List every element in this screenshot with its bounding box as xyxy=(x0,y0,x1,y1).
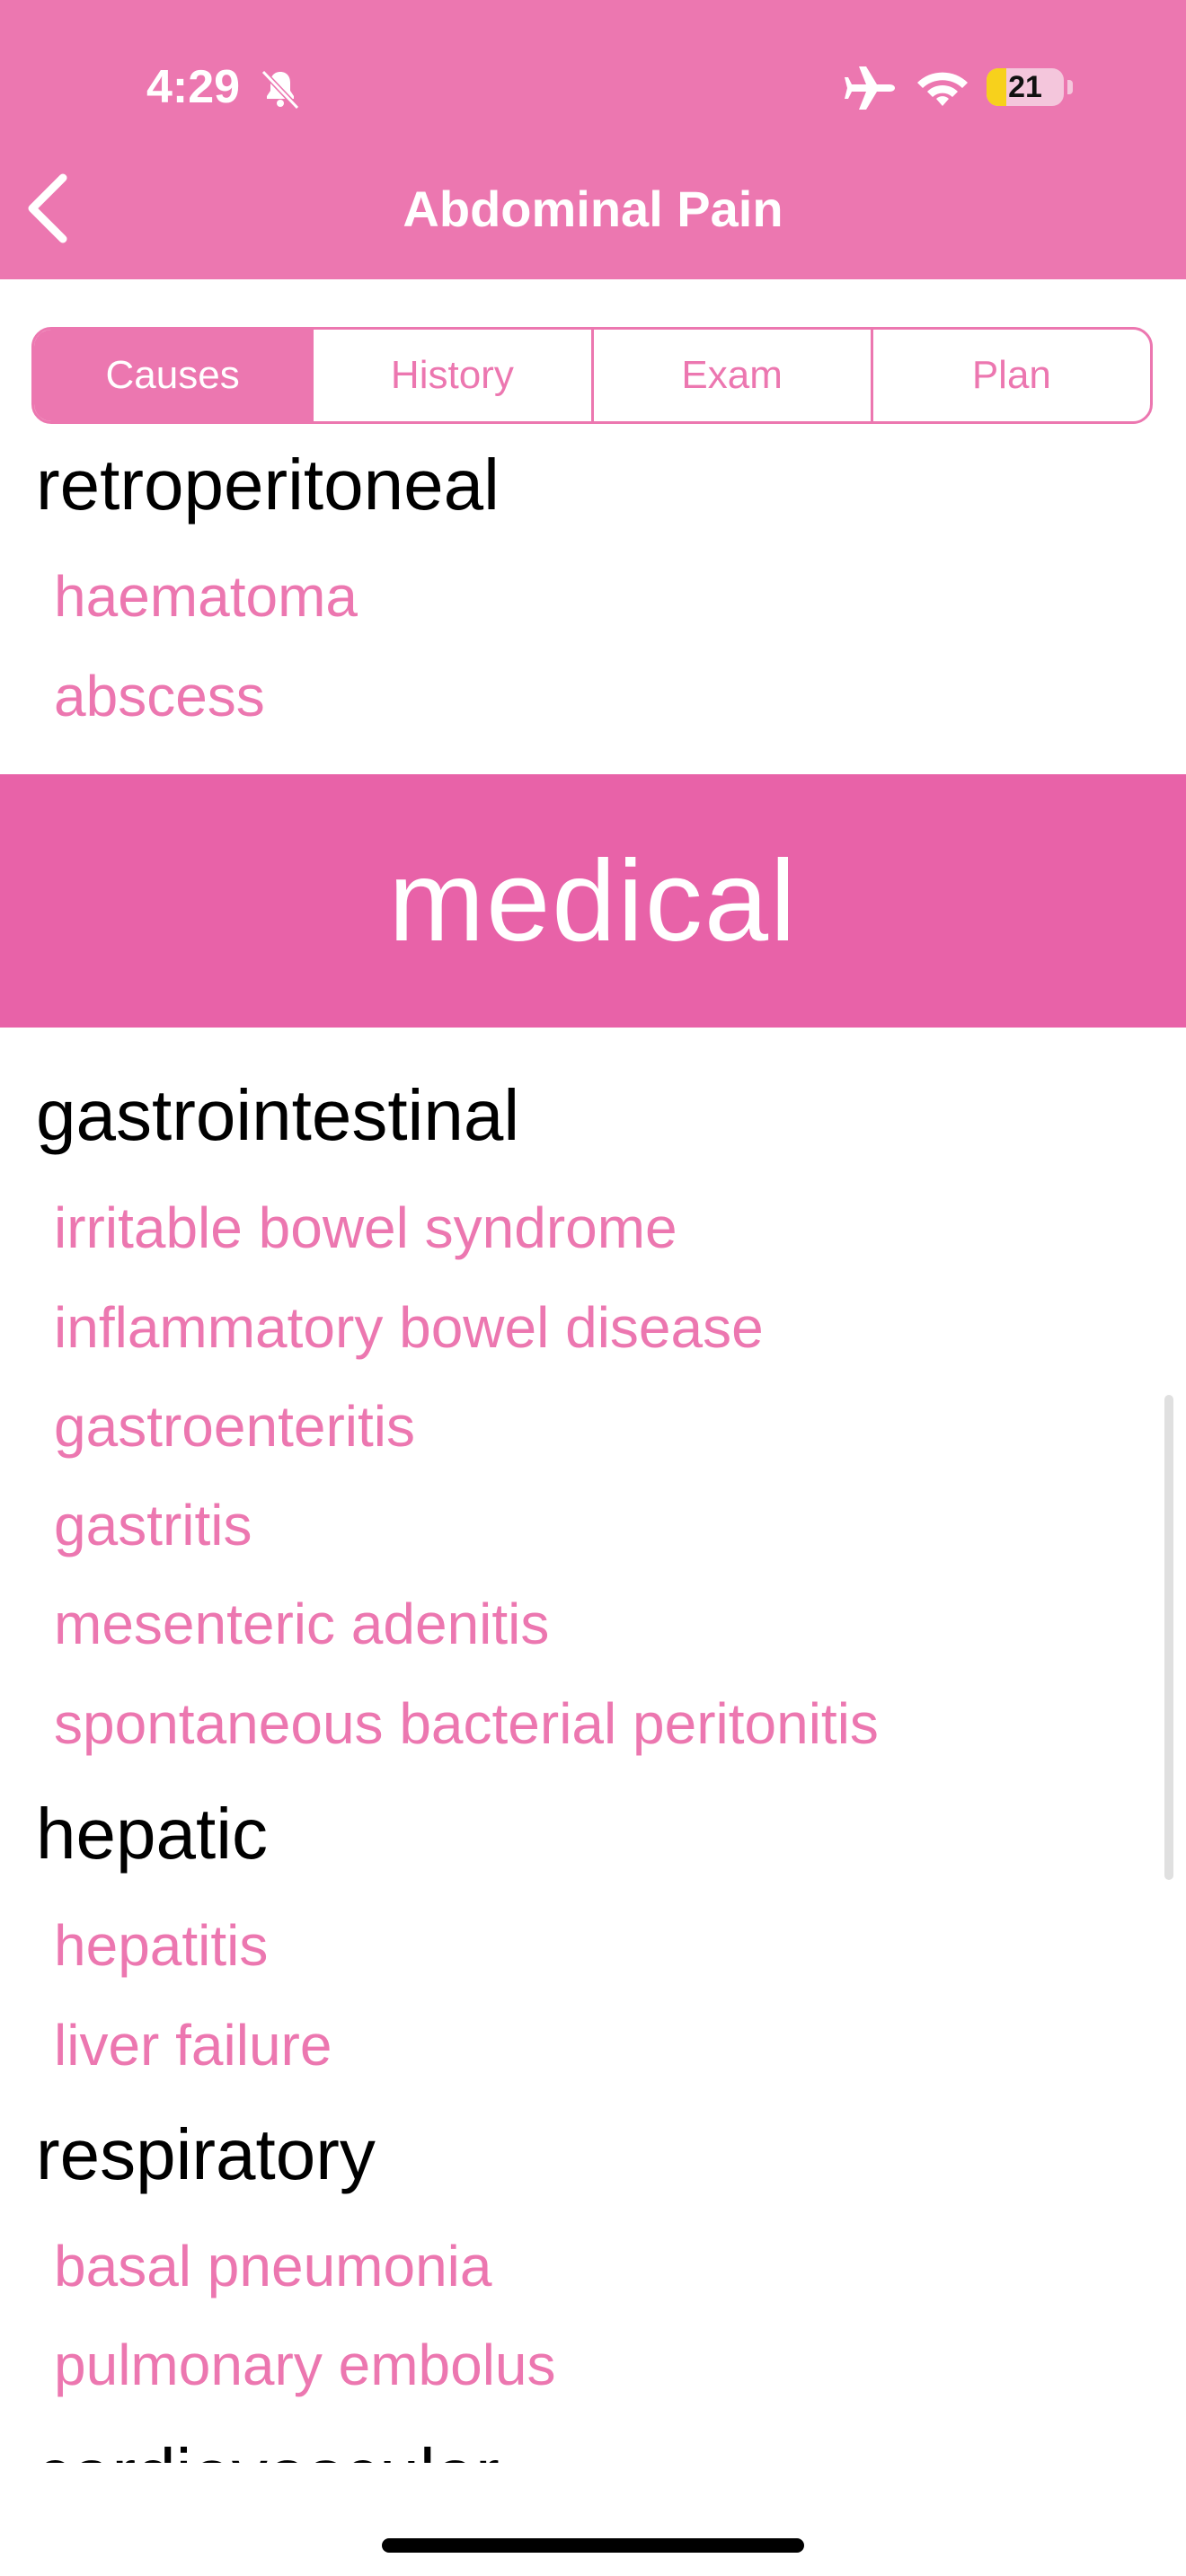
category-band-label: medical xyxy=(388,836,798,966)
tab-causes[interactable]: Causes xyxy=(34,330,314,421)
list-item[interactable]: basal pneumonia xyxy=(54,2230,491,2302)
list-item[interactable]: inflammatory bowel disease xyxy=(54,1292,764,1363)
section-heading-cardiovascular: cardiovascular xyxy=(36,2430,500,2463)
airplane-icon xyxy=(845,66,895,110)
list-item[interactable]: irritable bowel syndrome xyxy=(54,1192,677,1264)
tab-plan[interactable]: Plan xyxy=(873,330,1150,421)
battery-icon: 21 xyxy=(987,68,1064,106)
bell-muted-icon xyxy=(261,69,300,110)
page-title: Abdominal Pain xyxy=(403,181,783,237)
causes-list: retroperitoneal haematoma abscess medica… xyxy=(0,424,1186,2463)
list-item[interactable]: pulmonary embolus xyxy=(54,2329,556,2401)
list-item[interactable]: abscess xyxy=(54,660,265,732)
list-item[interactable]: gastroenteritis xyxy=(54,1390,415,1462)
home-indicator[interactable] xyxy=(382,2538,804,2553)
list-item[interactable]: hepatitis xyxy=(54,1910,268,1981)
status-time: 4:29 xyxy=(146,61,241,113)
section-heading-respiratory: respiratory xyxy=(36,2114,376,2194)
category-band-medical: medical xyxy=(0,774,1186,1028)
tab-history[interactable]: History xyxy=(314,330,594,421)
list-item[interactable]: haematoma xyxy=(54,560,358,632)
list-item[interactable]: liver failure xyxy=(54,2009,332,2081)
tab-exam[interactable]: Exam xyxy=(594,330,873,421)
section-heading-hepatic: hepatic xyxy=(36,1794,268,1874)
nav-header: 4:29 21 Abdominal Pain xyxy=(0,0,1186,279)
segmented-tabs: Causes History Exam Plan xyxy=(31,327,1153,424)
section-heading-gastrointestinal: gastrointestinal xyxy=(36,1075,520,1155)
list-item[interactable]: spontaneous bacterial peritonitis xyxy=(54,1688,879,1760)
list-item[interactable]: mesenteric adenitis xyxy=(54,1588,549,1660)
scrollbar[interactable] xyxy=(1164,1395,1173,1880)
battery-level: 21 xyxy=(1008,70,1042,104)
section-heading-retroperitoneal: retroperitoneal xyxy=(36,445,500,525)
wifi-icon xyxy=(917,72,968,106)
list-item[interactable]: gastritis xyxy=(54,1489,252,1561)
battery-nub xyxy=(1067,80,1073,94)
